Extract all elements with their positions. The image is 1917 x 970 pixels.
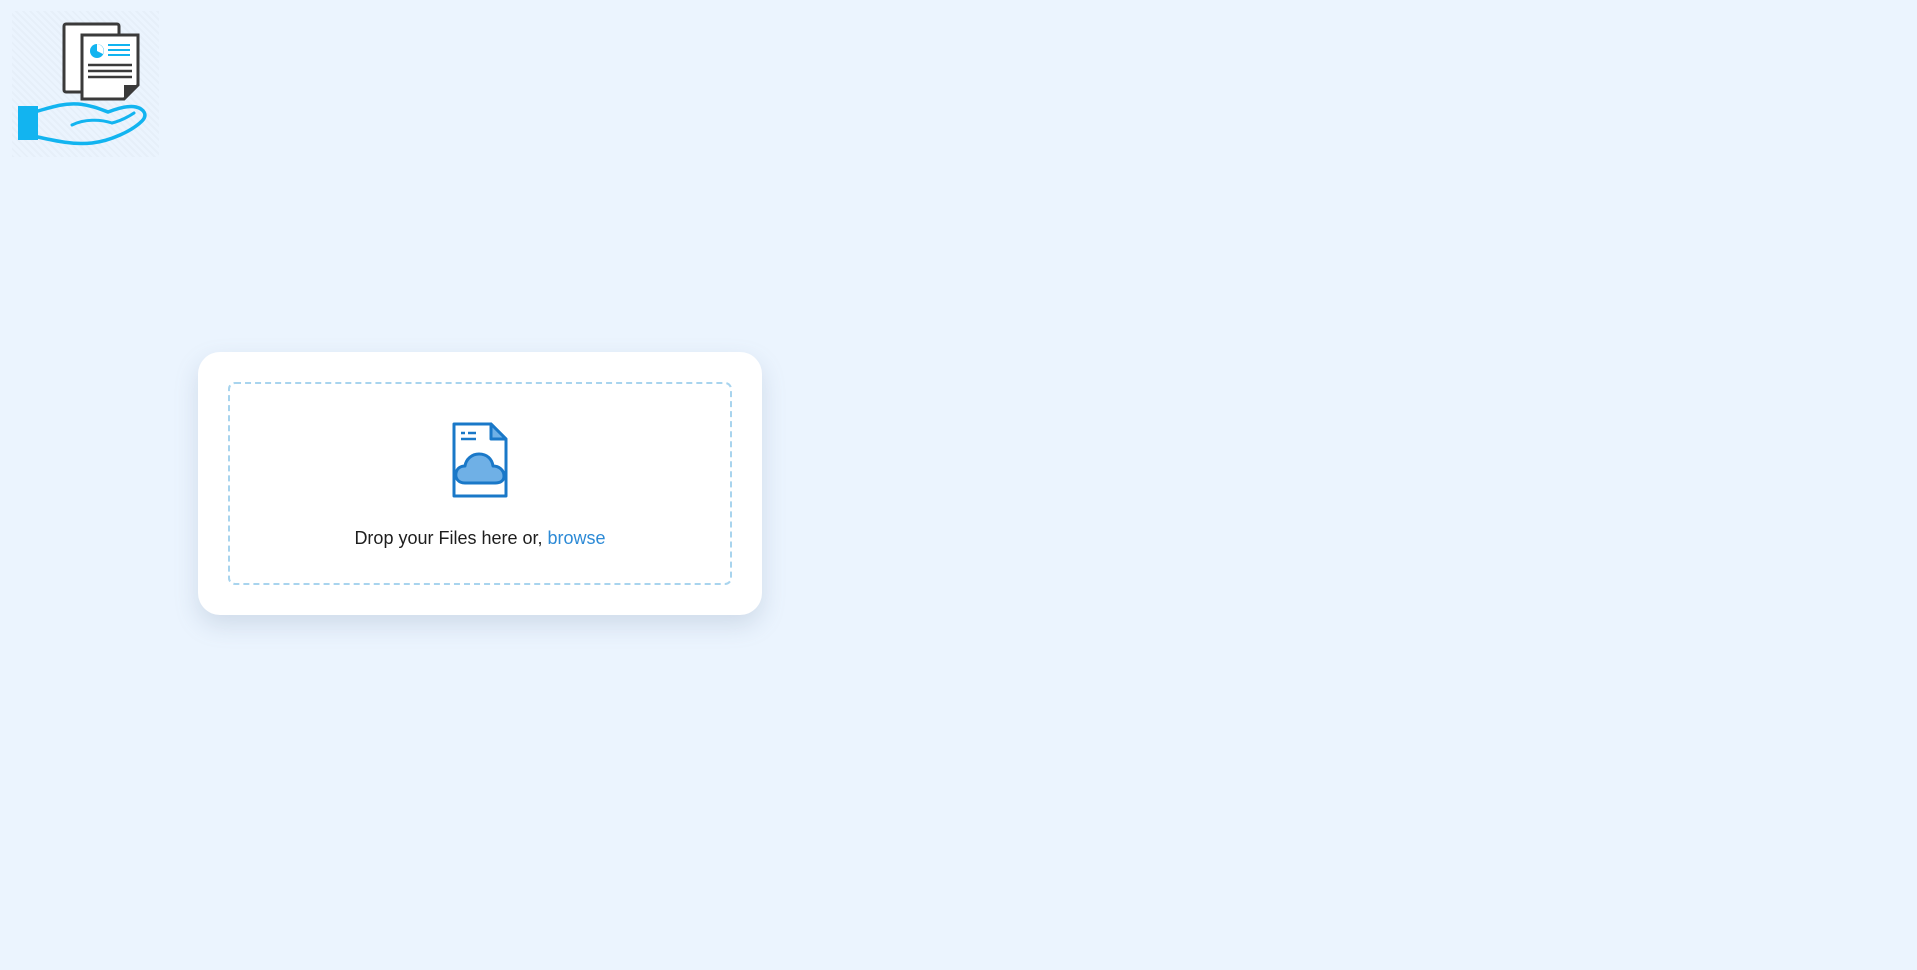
hand-holding-documents-icon [18, 22, 147, 146]
app-logo [12, 11, 159, 157]
file-drop-zone[interactable]: Drop your Files here or, browse [228, 382, 732, 585]
drop-prompt-text: Drop your Files here or, [354, 528, 548, 548]
browse-link[interactable]: browse [548, 528, 606, 548]
file-cloud-upload-icon [451, 421, 509, 499]
drop-instructions: Drop your Files here or, browse [230, 528, 730, 549]
upload-card: Drop your Files here or, browse [198, 352, 762, 615]
